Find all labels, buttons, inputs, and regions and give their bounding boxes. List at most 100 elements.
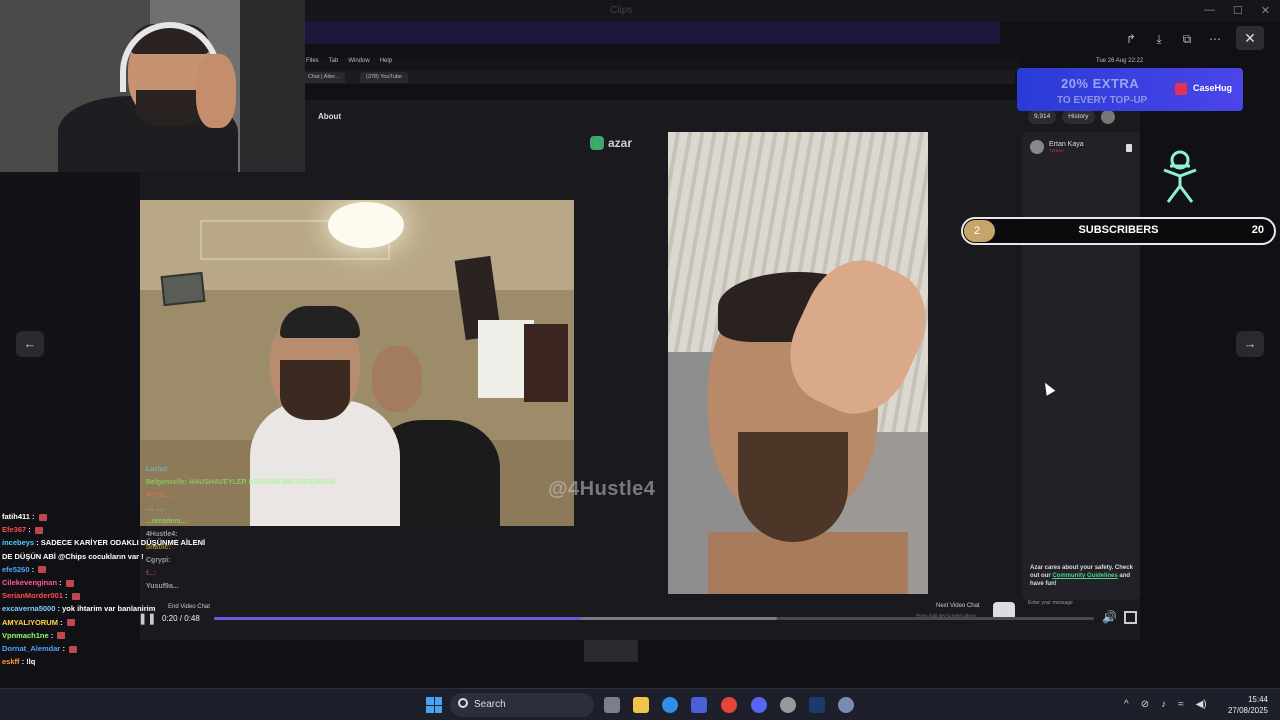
wifi-icon[interactable]: ≈ [1178,699,1184,710]
profile-avatar[interactable] [1100,110,1115,124]
faded-chat-line: Lazluc [146,466,168,473]
steam-icon[interactable] [809,697,825,713]
chat-username[interactable]: efe5260 [2,565,30,574]
search-label: Search [474,699,506,710]
chat-message: Dornat_Alemdar : [2,644,78,653]
next-video-chat-label[interactable]: Next Video Chat [936,603,980,609]
tray-chevron-icon[interactable]: ^ [1124,699,1129,710]
inner-menu-window[interactable]: Window [348,58,369,70]
chat-message: DE DÜŞÜN ABİ @Chips cocukların var ! [2,552,144,561]
report-icon[interactable] [1126,144,1132,152]
chat-partner: Ertan Kaya Türkiye [1030,140,1084,154]
window-close-icon[interactable]: ✕ [1261,4,1270,17]
chat-username[interactable]: Efe367 [2,525,26,534]
clip-thumbnail[interactable] [584,640,638,662]
subscriber-goal: 20 [1251,224,1264,236]
chat-username[interactable]: eskff [2,657,20,666]
taskbar-clock[interactable]: 15:44 27/08/2025 [1224,694,1268,716]
history-button[interactable]: History [1062,110,1095,124]
obs-icon[interactable] [780,697,796,713]
inner-tab-youtube[interactable]: (378) YouTube [360,72,408,83]
inner-menu-files[interactable]: Files [306,58,319,70]
inner-tab-chat[interactable]: Chat | Alter... [302,72,346,83]
progress-bar[interactable] [214,617,1094,620]
chat-panel: Ertan Kaya Türkiye Azar cares about your… [1022,132,1140,600]
fullscreen-icon[interactable] [1124,611,1137,624]
chat-username[interactable]: SerianMorder001 [2,591,63,600]
end-video-chat-label[interactable]: End Video Chat [168,604,210,610]
taskbar: Search ^ ⊘ ♪ ≈ ◀) 15:44 27/08/2025 [0,688,1280,720]
inner-menu-help[interactable]: Help [380,58,392,70]
edge-icon[interactable] [662,697,678,713]
speaker-icon[interactable]: ◀) [1196,699,1207,710]
next-clip-button[interactable]: → [1236,331,1264,357]
partner-country: Türkiye [1049,148,1064,153]
maximize-icon[interactable]: ☐ [1233,4,1243,17]
chat-message: efe5260 : [2,564,47,574]
volume-icon[interactable]: 🔊 [1102,610,1117,624]
chat-separator: : [62,591,70,601]
partner-name: Ertan Kaya [1049,141,1084,148]
community-guidelines-link[interactable]: Community Guidelines [1052,573,1117,579]
avatar [1030,140,1044,154]
safety-notice: Azar cares about your safety. Check out … [1030,565,1133,587]
subscriber-label: SUBSCRIBERS [1078,224,1159,236]
chat-username[interactable]: excaverna5000 [2,604,55,613]
chat-username[interactable]: fatih411 [2,512,30,521]
about-link[interactable]: About [318,112,341,121]
casehug-logo-icon [1175,83,1187,95]
mic-icon[interactable]: ♪ [1161,699,1166,710]
chat-username[interactable]: Vpnmach1ne [2,631,49,640]
viewer-actions: ↱ ⤓ ⧉ ⋯ [1120,28,1226,50]
pause-icon[interactable]: ❚❚ [138,612,156,625]
emote-icon [57,632,66,640]
discord-icon[interactable] [751,697,767,713]
chat-message: excaverna5000 : yok ihtarim var banlanir… [2,604,155,613]
faded-chat-line: Belgenvelle: HAUSHAVEYLER KOBSUWJBRJUDIE… [146,479,335,486]
chat-username[interactable]: AMYALIYORUM [2,618,58,627]
coins-badge[interactable]: 9,914 [1028,110,1057,124]
chat-separator: : [29,564,37,574]
windows-start-icon[interactable] [426,697,442,713]
settings-icon[interactable] [838,697,854,713]
chat-username[interactable]: Dornat_Alemdar [2,644,60,653]
previous-clip-button[interactable]: ← [16,331,44,357]
inner-menu-tab[interactable]: Tab [329,58,339,70]
chat-text: SADECE KARİYER ODAKLI DÜŞÜNME AİLENİ [40,538,206,548]
minimize-icon[interactable]: — [1204,4,1215,17]
chat-username[interactable]: Cilekevenginan [2,578,57,587]
chat-separator: : [57,617,65,627]
chat-username[interactable]: incebeys [2,538,34,547]
inner-tab-strip: Chat | Alter... (378) YouTube [300,70,1015,84]
chat-message: AMYALIYORUM : [2,618,75,627]
emote-icon [69,645,78,653]
subscriber-goal-bar: 2 SUBSCRIBERS 20 [961,217,1276,245]
chat-separator: : [57,578,64,587]
open-external-icon[interactable]: ⧉ [1176,28,1198,50]
chat-separator: : [60,644,68,653]
store-icon[interactable] [691,697,707,713]
watermark: @4Hustle4 [548,478,656,500]
chat-message: eskff : !lq [2,657,35,666]
emote-icon [71,592,80,600]
chat-message: fatih411 : [2,512,47,521]
azar-icon [590,136,604,150]
chrome-icon[interactable] [721,697,737,713]
stick-figure-logo-icon [1163,150,1197,203]
file-explorer-icon[interactable] [633,697,649,713]
message-input[interactable]: Enter your message [1028,600,1136,612]
viewer-close-button[interactable]: ✕ [1236,26,1264,50]
taskbar-search[interactable]: Search [450,693,594,717]
task-view-icon[interactable] [604,697,620,713]
clock-time: 15:44 [1247,695,1268,704]
casehug-ad[interactable]: 20% EXTRA TO EVERY TOP-UP CaseHug [1017,68,1243,111]
streamer-webcam [0,0,305,172]
ad-brand: CaseHug [1193,83,1233,93]
azar-logo: azar [590,136,632,150]
chat-text: DE DÜŞÜN ABİ @Chips cocukların var ! [2,551,144,561]
share-icon[interactable]: ↱ [1120,28,1142,50]
mic-off-icon[interactable]: ⊘ [1141,699,1149,710]
download-icon[interactable]: ⤓ [1148,28,1170,50]
more-icon[interactable]: ⋯ [1204,28,1226,50]
ceiling-lamp [328,202,404,248]
